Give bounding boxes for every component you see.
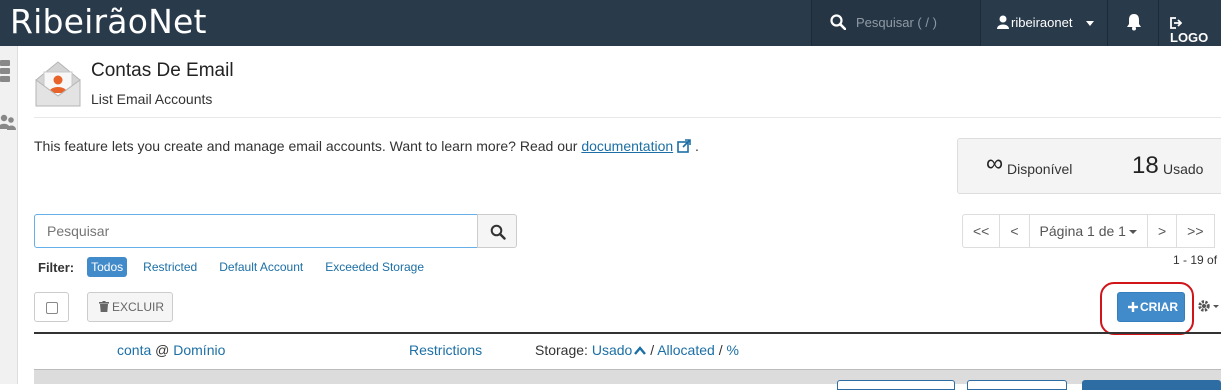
divider: [34, 117, 1221, 118]
row-action-button[interactable]: [837, 380, 955, 390]
results-count: 1 - 19 of: [1173, 253, 1218, 267]
trash-icon: [99, 301, 109, 312]
search-icon: [830, 14, 846, 30]
storage-separator-2: /: [718, 342, 723, 358]
page-select[interactable]: Página 1 de 1: [1028, 214, 1148, 248]
global-search-placeholder: Pesquisar ( / ): [856, 15, 937, 30]
filter-bar: Filter: Todos Restricted Default Account…: [38, 256, 446, 278]
delete-label: EXCLUIR: [112, 300, 165, 314]
grid-icon[interactable]: [0, 58, 12, 84]
filter-label: Filter:: [38, 259, 75, 275]
notifications-button[interactable]: [1109, 0, 1159, 46]
page-first-button[interactable]: <<: [962, 214, 1001, 248]
page-subtitle: List Email Accounts: [91, 91, 213, 107]
page-title: Contas De Email: [91, 60, 234, 81]
brand-logo[interactable]: RibeirãoNet: [10, 2, 207, 41]
row-action-button[interactable]: [1082, 380, 1221, 390]
filter-option-todos[interactable]: Todos: [87, 257, 128, 277]
table-header-divider: [34, 332, 1221, 334]
documentation-link[interactable]: documentation: [581, 138, 673, 154]
row-action-button[interactable]: [967, 380, 1067, 390]
global-search[interactable]: Pesquisar ( / ): [811, 0, 981, 46]
available-value: ∞: [986, 150, 1004, 177]
checkbox-box: [46, 302, 58, 314]
page-last-button[interactable]: >>: [1176, 214, 1215, 248]
column-header-account: conta @ Domínio: [117, 342, 225, 358]
pagination: << < Página 1 de 1 > >>: [962, 214, 1215, 248]
logout-icon: [1170, 17, 1183, 29]
external-link-icon[interactable]: [677, 139, 691, 153]
logout-label: LOGO: [1170, 30, 1209, 45]
used-label: Usado: [1163, 161, 1204, 177]
logout-button[interactable]: LOGO: [1170, 15, 1221, 45]
sort-restrictions-link[interactable]: Restrictions: [409, 342, 482, 358]
chevron-down-icon: [1086, 21, 1094, 26]
chevron-up-icon: [634, 346, 647, 355]
page-select-label: Página 1 de 1: [1039, 223, 1126, 239]
gear-icon[interactable]: [1197, 298, 1221, 314]
user-menu[interactable]: ribeiraonet: [984, 0, 1108, 46]
filter-option-default-account[interactable]: Default Account: [219, 260, 303, 274]
filter-option-exceeded-storage[interactable]: Exceeded Storage: [325, 260, 424, 274]
sort-used-link[interactable]: Usado: [592, 342, 632, 358]
account-stats: ∞ Disponível 18 Usado: [957, 138, 1221, 194]
filter-option-restricted[interactable]: Restricted: [143, 260, 197, 274]
used-value: 18: [1132, 152, 1159, 179]
email-accounts-icon: [35, 61, 81, 107]
column-header-storage: Storage: Usado / Allocated / %: [535, 342, 739, 358]
delete-button[interactable]: EXCLUIR: [87, 292, 173, 322]
sort-account-link[interactable]: conta: [117, 342, 151, 358]
page-next-button[interactable]: >: [1146, 214, 1178, 248]
storage-label: Storage:: [535, 342, 588, 358]
available-label: Disponível: [1007, 161, 1073, 177]
highlight-annotation: [1100, 282, 1194, 335]
page-prev-button[interactable]: <: [999, 214, 1030, 248]
bell-icon: [1127, 14, 1141, 31]
page-description: This feature lets you create and manage …: [34, 138, 699, 154]
search-button[interactable]: [477, 214, 517, 248]
sort-allocated-link[interactable]: Allocated: [657, 342, 715, 358]
column-header-restrictions: Restrictions: [409, 342, 482, 358]
storage-separator-1: /: [650, 342, 655, 358]
side-nav: [0, 46, 18, 384]
search-input[interactable]: [34, 214, 478, 248]
description-end: .: [694, 138, 699, 154]
username: ribeiraonet: [1011, 15, 1073, 30]
select-all-checkbox[interactable]: [34, 292, 69, 322]
search-icon: [490, 224, 506, 240]
at-sign: @: [155, 342, 170, 358]
top-navbar: RibeirãoNet Pesquisar ( / ) ribeiraonet …: [0, 0, 1221, 46]
description-text: This feature lets you create and manage …: [34, 138, 578, 154]
user-icon: [997, 15, 1009, 29]
sort-percent-link[interactable]: %: [726, 342, 738, 358]
users-icon[interactable]: [0, 112, 16, 132]
sort-domain-link[interactable]: Domínio: [173, 342, 225, 358]
chevron-down-icon: [1128, 230, 1137, 234]
